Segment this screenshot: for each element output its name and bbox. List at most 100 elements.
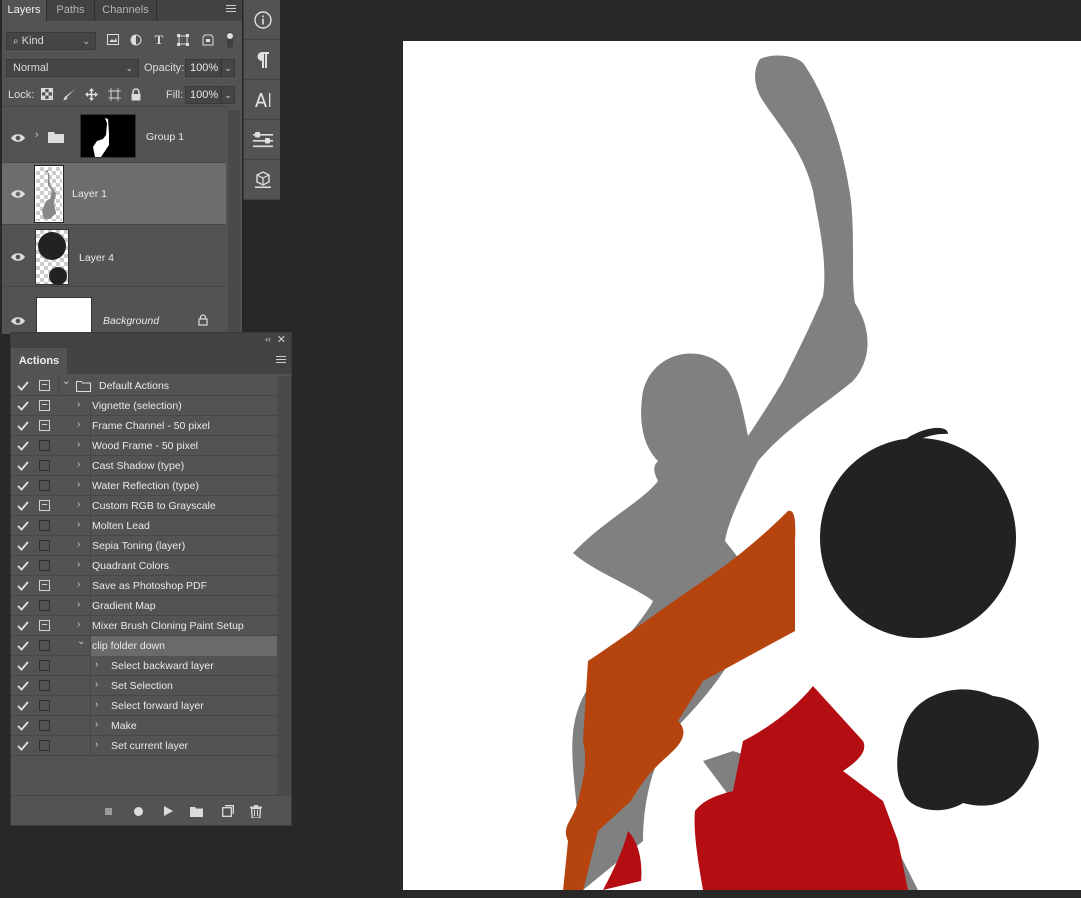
chevron-down-icon[interactable]: ⌄ [77,636,85,647]
collapse-icon[interactable]: ‹‹ [265,334,271,344]
chevron-right-icon[interactable]: › [77,459,80,470]
type-filter-icon[interactable]: T [152,33,166,47]
chevron-right-icon[interactable]: › [77,399,80,410]
lock-all-icon[interactable] [129,88,143,102]
dialog-toggle-icon[interactable] [39,620,50,631]
layers-scrollbar[interactable] [228,110,240,334]
layer-row-layer-4[interactable]: Layer 4 [2,224,226,286]
chevron-down-icon[interactable]: ⌄ [62,376,70,387]
filter-toggle[interactable] [225,30,235,50]
dialog-toggle-icon[interactable] [39,500,50,511]
dialog-toggle-icon[interactable] [39,420,50,431]
action-row[interactable]: › Cast Shadow (type) [11,456,277,476]
fill-chevron-icon[interactable]: ⌄ [221,86,235,104]
tab-channels[interactable]: Channels [95,0,157,21]
actions-menu-icon[interactable] [276,356,286,363]
action-step-row[interactable]: › Set current layer [11,736,277,756]
checkmark-icon[interactable] [17,700,29,712]
pixel-filter-icon[interactable] [106,34,120,48]
action-step-row[interactable]: › Select forward layer [11,696,277,716]
checkmark-icon[interactable] [17,380,29,392]
tab-paths[interactable]: Paths [47,0,95,21]
dialog-toggle-icon[interactable] [39,540,50,551]
checkmark-icon[interactable] [17,560,29,572]
dialog-toggle-icon[interactable] [39,700,50,711]
checkmark-icon[interactable] [17,620,29,632]
chevron-right-icon[interactable]: › [77,559,80,570]
action-row[interactable]: › Frame Channel - 50 pixel [11,416,277,436]
layer-row-group-1[interactable]: › Group 1 [2,106,226,168]
chevron-right-icon[interactable]: › [95,659,98,670]
checkmark-icon[interactable] [17,400,29,412]
checkmark-icon[interactable] [17,500,29,512]
lock-image-pixels-icon[interactable] [62,88,76,102]
lock-artboard-icon[interactable] [107,88,121,102]
action-row[interactable]: › Wood Frame - 50 pixel [11,436,277,456]
action-row[interactable]: › Gradient Map [11,596,277,616]
chevron-right-icon[interactable]: › [77,419,80,430]
checkmark-icon[interactable] [17,740,29,752]
fill-input[interactable]: 100% [185,86,221,104]
filter-kind-dropdown[interactable]: ⌕ Kind ⌄ [6,32,96,50]
dialog-toggle-icon[interactable] [39,460,50,471]
action-row[interactable]: › Sepia Toning (layer) [11,536,277,556]
chevron-right-icon[interactable]: › [77,619,80,630]
paragraph-panel-button[interactable] [244,40,281,80]
checkmark-icon[interactable] [17,460,29,472]
dialog-toggle-icon[interactable] [39,380,50,391]
character-panel-button[interactable] [244,80,281,120]
opacity-chevron-icon[interactable]: ⌄ [221,59,235,77]
chevron-right-icon[interactable]: › [77,519,80,530]
checkmark-icon[interactable] [17,520,29,532]
new-action-icon[interactable] [221,804,235,818]
chevron-right-icon[interactable]: › [95,679,98,690]
dialog-toggle-icon[interactable] [39,740,50,751]
dialog-toggle-icon[interactable] [39,480,50,491]
visibility-eye-icon[interactable] [11,189,25,199]
action-row[interactable]: ⌄ clip folder down [11,636,277,656]
close-icon[interactable]: ✕ [277,333,286,346]
checkmark-icon[interactable] [17,720,29,732]
actions-panel-titlebar[interactable]: ‹‹ ✕ [11,333,291,348]
chevron-right-icon[interactable]: › [77,479,80,490]
shape-filter-icon[interactable] [176,34,190,48]
checkmark-icon[interactable] [17,480,29,492]
action-step-row[interactable]: › Set Selection [11,676,277,696]
trash-icon[interactable] [249,804,263,818]
layer-row-layer-1[interactable]: Layer 1 [2,162,226,224]
actions-scrollbar[interactable] [277,376,291,796]
stop-icon[interactable] [101,804,115,818]
document-canvas[interactable] [403,41,1081,890]
dialog-toggle-icon[interactable] [39,600,50,611]
adjustments-panel-button[interactable] [244,120,281,160]
dialog-toggle-icon[interactable] [39,440,50,451]
blend-mode-dropdown[interactable]: Normal ⌄ [6,59,139,77]
3d-panel-button[interactable] [244,160,281,200]
dialog-toggle-icon[interactable] [39,400,50,411]
checkmark-icon[interactable] [17,420,29,432]
dialog-toggle-icon[interactable] [39,680,50,691]
chevron-right-icon[interactable]: › [77,539,80,550]
chevron-right-icon[interactable]: › [77,499,80,510]
action-step-row[interactable]: › Select backward layer [11,656,277,676]
visibility-eye-icon[interactable] [11,252,25,262]
tab-layers[interactable]: Layers [2,0,47,21]
dialog-toggle-icon[interactable] [39,580,50,591]
panel-menu-icon[interactable] [226,5,236,15]
tab-actions[interactable]: Actions [11,348,67,374]
chevron-right-icon[interactable]: › [77,599,80,610]
adjustment-filter-icon[interactable] [129,34,143,48]
chevron-right-icon[interactable]: › [95,739,98,750]
chevron-right-icon[interactable]: › [95,699,98,710]
action-row[interactable]: › Mixer Brush Cloning Paint Setup [11,616,277,636]
smart-object-filter-icon[interactable] [201,34,215,48]
dialog-toggle-icon[interactable] [39,660,50,671]
checkmark-icon[interactable] [17,540,29,552]
dialog-toggle-icon[interactable] [39,560,50,571]
checkmark-icon[interactable] [17,600,29,612]
action-set-row[interactable]: ⌄ Default Actions [11,376,277,396]
visibility-eye-icon[interactable] [11,316,25,326]
visibility-eye-icon[interactable] [11,133,25,143]
play-icon[interactable] [161,804,175,818]
dialog-toggle-icon[interactable] [39,640,50,651]
